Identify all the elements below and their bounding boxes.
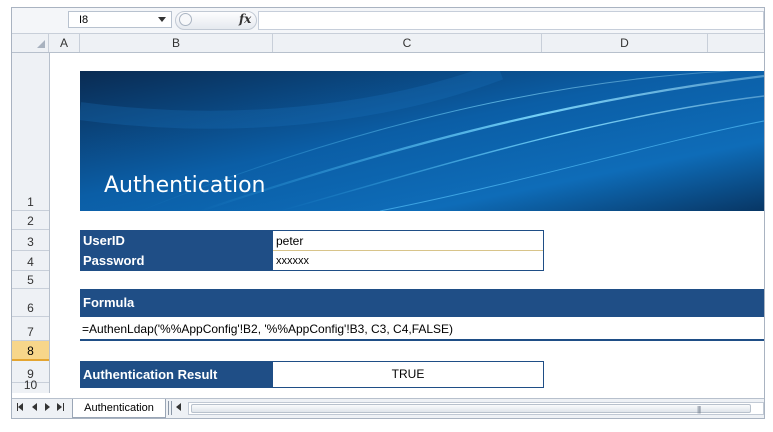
result-value[interactable]: TRUE — [273, 367, 543, 381]
chevron-down-icon[interactable] — [158, 17, 166, 22]
sheet-tab-authentication[interactable]: Authentication — [72, 399, 166, 418]
last-sheet-icon[interactable] — [57, 403, 62, 411]
select-all-icon — [37, 40, 45, 48]
name-box[interactable]: I8 — [68, 11, 172, 28]
formula-header: Formula — [80, 289, 764, 317]
circle-handle-icon[interactable] — [179, 13, 192, 26]
worksheet-grid[interactable]: Authentication UserID Password peter xxx… — [50, 53, 764, 393]
last-sheet-bar — [63, 403, 64, 411]
row-header-1[interactable]: 1 — [12, 53, 49, 211]
scroll-left-icon[interactable] — [176, 403, 181, 411]
sheet-tab-bar: Authentication ||| — [12, 398, 764, 418]
next-sheet-icon[interactable] — [45, 403, 50, 411]
row-header-3[interactable]: 3 — [12, 230, 49, 251]
insert-function-icon[interactable]: fx — [239, 12, 251, 26]
horizontal-scrollbar[interactable]: ||| — [188, 402, 764, 415]
grip-icon: ||| — [697, 405, 701, 414]
row-header-4[interactable]: 4 — [12, 251, 49, 271]
row-header-8[interactable]: 8 — [12, 341, 49, 361]
banner-title: Authentication — [104, 173, 266, 198]
formula-input[interactable] — [258, 11, 764, 30]
formula-text: =AuthenLdap('%%AppConfig'!B2, '%%AppConf… — [82, 322, 454, 336]
column-header-b[interactable]: B — [80, 34, 273, 52]
result-label: Authentication Result — [80, 361, 273, 388]
password-value[interactable]: xxxxxx — [276, 255, 309, 267]
first-sheet-icon[interactable] — [18, 403, 23, 411]
column-header-a[interactable]: A — [49, 34, 80, 52]
scrollbar-thumb[interactable]: ||| — [191, 404, 751, 414]
column-header-bar: A B C D — [12, 34, 764, 53]
row-header-2[interactable]: 2 — [12, 211, 49, 230]
row-header-bar: 1 2 3 4 5 6 7 8 9 10 — [12, 53, 50, 393]
userid-label: UserID — [80, 230, 273, 251]
formula-bar: I8 fx — [12, 8, 764, 34]
password-label: Password — [80, 251, 273, 271]
select-all-corner[interactable] — [12, 34, 49, 52]
first-sheet-bar — [17, 403, 18, 411]
row-header-6[interactable]: 6 — [12, 289, 49, 317]
row-header-10[interactable]: 10 — [12, 378, 49, 393]
spreadsheet-window: I8 fx A B C D 1 2 3 4 5 6 7 8 9 10 Authe… — [11, 7, 765, 419]
banner-image: Authentication — [80, 71, 764, 211]
column-header-c[interactable]: C — [273, 34, 542, 52]
column-header-e[interactable] — [708, 34, 764, 52]
tab-splitter[interactable] — [168, 401, 172, 415]
column-header-d[interactable]: D — [542, 34, 708, 52]
credentials-divider — [273, 250, 543, 251]
row-header-5[interactable]: 5 — [12, 271, 49, 289]
prev-sheet-icon[interactable] — [32, 403, 37, 411]
row-header-7[interactable]: 7 — [12, 317, 49, 341]
userid-value[interactable]: peter — [276, 234, 303, 248]
